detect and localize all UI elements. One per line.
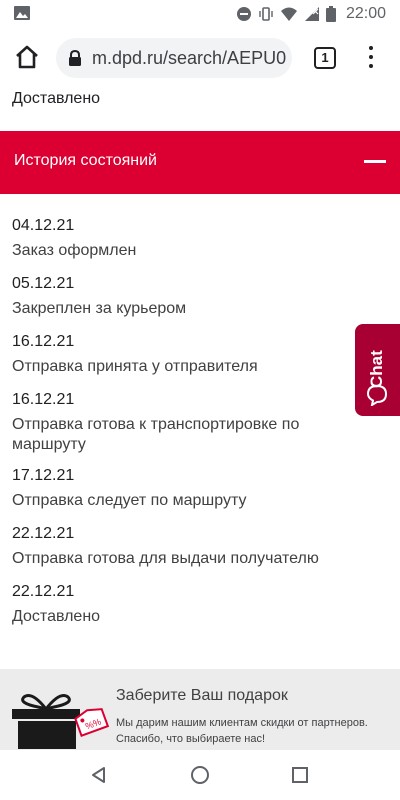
clock: 22:00: [345, 5, 386, 22]
chat-bubble-icon: [366, 384, 388, 406]
event-date: 17.12.21: [12, 467, 75, 484]
event-status: Отправка готова для выдачи получателю: [12, 550, 319, 567]
tab-switcher-button[interactable]: 1: [314, 47, 336, 69]
event-date: 16.12.21: [12, 333, 75, 350]
home-icon[interactable]: [12, 42, 42, 72]
history-event: 16.12.21 Отправка готова к транспортиров…: [12, 390, 372, 455]
current-status: Доставлено: [12, 90, 101, 107]
vibrate-icon: [259, 7, 273, 21]
battery-icon: [325, 6, 336, 22]
event-date: 04.12.21: [12, 217, 75, 234]
history-event: 16.12.21 Отправка принята у отправителя: [12, 332, 372, 377]
home-circle-icon[interactable]: [190, 765, 210, 785]
chat-label-wrap: Chat: [363, 332, 391, 388]
history-event: 22.12.21 Доставлено: [12, 582, 372, 627]
signal-icon: [304, 7, 319, 21]
event-date: 22.12.21: [12, 525, 75, 542]
recent-apps-icon[interactable]: [292, 767, 308, 783]
history-event: 17.12.21 Отправка следует по маршруту: [12, 466, 372, 511]
event-date: 05.12.21: [12, 275, 75, 292]
status-bar: 22:00: [0, 0, 400, 28]
collapse-icon[interactable]: [364, 160, 386, 163]
gift-promo-banner[interactable]: %% Заберите Ваш подарок Мы дарим нашим к…: [0, 669, 400, 750]
history-event: 22.12.21 Отправка готова для выдачи полу…: [12, 524, 372, 569]
event-date: 22.12.21: [12, 583, 75, 600]
wifi-icon: [280, 7, 297, 21]
system-nav-bar: [0, 750, 400, 800]
event-date: 16.12.21: [12, 391, 75, 408]
address-bar[interactable]: m.dpd.ru/search/AEPU0: [56, 38, 292, 78]
event-status: Закреплен за курьером: [12, 300, 187, 317]
chat-label: Chat: [367, 350, 386, 388]
history-title: История состояний: [14, 152, 157, 169]
url-text: m.dpd.ru/search/AEPU0: [92, 48, 287, 68]
menu-dots-icon[interactable]: [368, 46, 374, 70]
event-status: Доставлено: [12, 608, 101, 625]
gift-icon: %%: [12, 694, 110, 749]
history-event: 05.12.21 Закреплен за курьером: [12, 274, 372, 319]
promo-text: Мы дарим нашим клиентам скидки от партне…: [116, 717, 368, 745]
do-not-disturb-icon: [236, 7, 251, 21]
image-icon: [14, 6, 30, 20]
browser-toolbar: m.dpd.ru/search/AEPU0 1: [0, 28, 400, 88]
event-status: Отправка следует по маршруту: [12, 492, 247, 509]
history-event: 04.12.21 Заказ оформлен: [12, 216, 372, 261]
chat-button[interactable]: Chat: [355, 324, 400, 416]
event-status: Заказ оформлен: [12, 242, 137, 259]
promo-title: Заберите Ваш подарок: [116, 687, 288, 704]
event-status: Отправка готова к транспортировке по мар…: [12, 416, 300, 453]
lock-icon: [69, 50, 81, 66]
event-status: Отправка принята у отправителя: [12, 358, 258, 375]
back-icon[interactable]: [90, 766, 108, 784]
history-accordion-header[interactable]: История состояний: [0, 131, 400, 194]
